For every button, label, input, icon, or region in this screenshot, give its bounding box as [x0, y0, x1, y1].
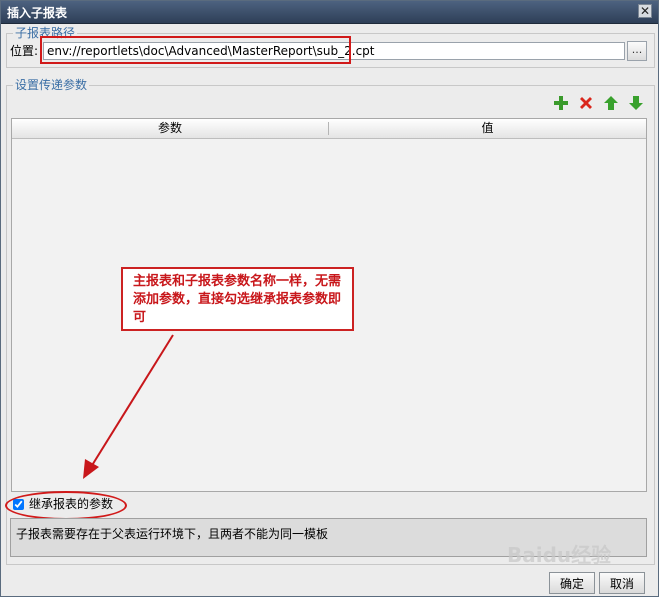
browse-button[interactable]: ... [627, 41, 647, 61]
ok-button[interactable]: 确定 [549, 572, 595, 594]
watermark-text: Baidu经验 [507, 543, 612, 567]
annotation-callout: 主报表和子报表参数名称一样，无需添加参数，直接勾选继承报表参数即可 [121, 267, 354, 331]
move-up-icon[interactable] [603, 95, 619, 111]
delete-icon[interactable] [578, 95, 594, 111]
annotation-text: 主报表和子报表参数名称一样，无需添加参数，直接勾选继承报表参数即可 [133, 274, 342, 325]
inherit-highlight-ellipse [5, 491, 127, 520]
close-button[interactable]: ✕ [638, 4, 652, 18]
note-text: 子报表需要存在于父表运行环境下，且两者不能为同一模板 [16, 527, 329, 541]
column-header-value[interactable]: 值 [329, 119, 646, 138]
path-highlight-box [40, 36, 351, 64]
path-label: 位置: [10, 44, 39, 58]
table-header: 参数 值 [12, 119, 646, 139]
insert-subreport-dialog: 插入子报表 ✕ 子报表路径 位置: ... 设置传递参数 参数 值 继承报表的参… [0, 0, 659, 597]
close-icon: ✕ [639, 4, 651, 18]
title-bar[interactable]: 插入子报表 ✕ [1, 1, 658, 24]
params-legend: 设置传递参数 [13, 77, 90, 93]
add-icon[interactable] [553, 95, 569, 111]
move-down-icon[interactable] [628, 95, 644, 111]
column-header-param[interactable]: 参数 [12, 119, 328, 138]
baidu-watermark: Baidu经验 [507, 527, 653, 567]
dialog-title: 插入子报表 [7, 6, 68, 20]
cancel-button[interactable]: 取消 [599, 572, 645, 594]
